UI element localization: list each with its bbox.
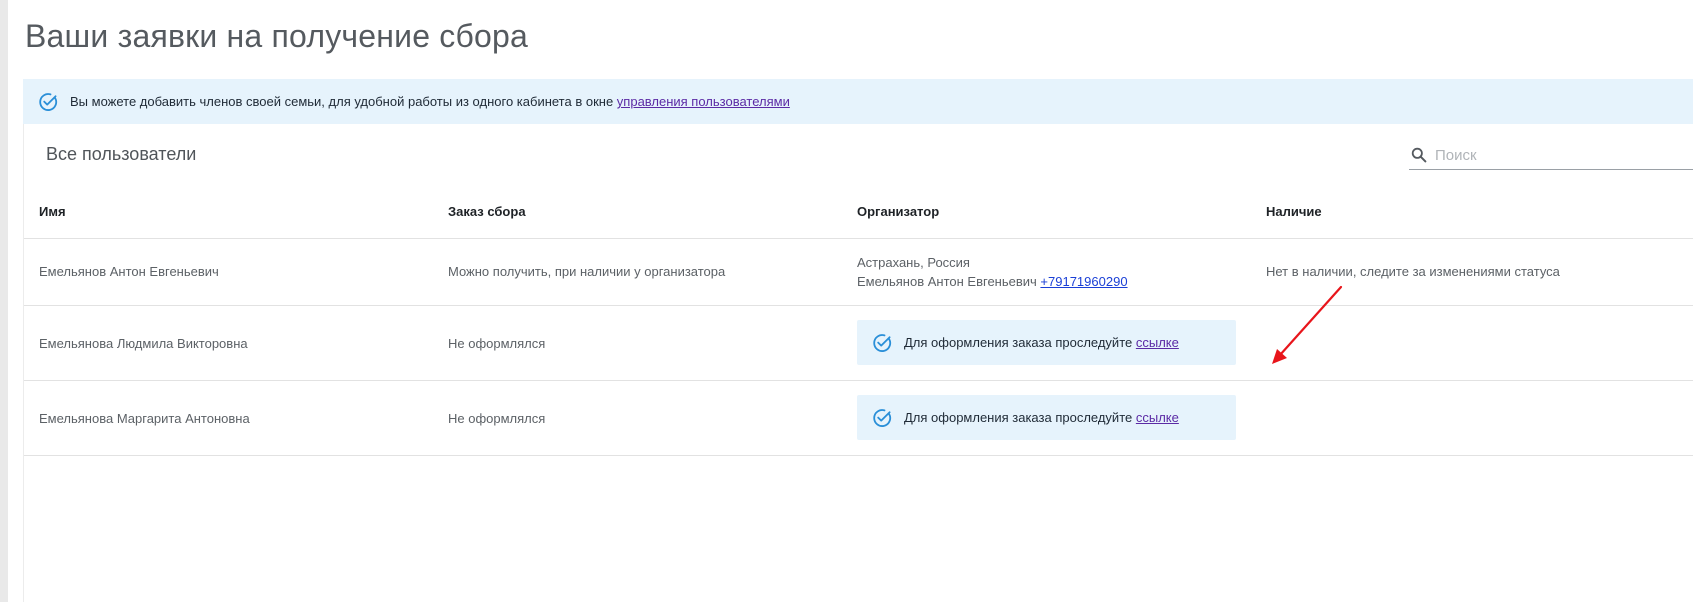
search-box bbox=[1409, 141, 1693, 170]
notice-text: Для оформления заказа проследуйте ссылке bbox=[904, 410, 1179, 425]
info-banner: Вы можете добавить членов своей семьи, д… bbox=[23, 79, 1693, 124]
order-link[interactable]: ссылке bbox=[1136, 410, 1179, 425]
column-header-availability[interactable]: Наличие bbox=[1266, 204, 1322, 219]
user-name: Емельянов Антон Евгеньевич bbox=[39, 264, 219, 279]
manage-users-link[interactable]: управления пользователями bbox=[617, 94, 790, 109]
search-icon bbox=[1411, 147, 1427, 163]
notice-text: Для оформления заказа проследуйте ссылке bbox=[904, 335, 1179, 350]
table-row: Емельянов Антон Евгеньевич Можно получит… bbox=[24, 239, 1693, 306]
table-row: Емельянова Людмила Викторовна Не оформля… bbox=[24, 306, 1693, 381]
order-status: Можно получить, при наличии у организато… bbox=[448, 264, 726, 279]
table-header: Имя Заказ сбора Организатор Наличие bbox=[24, 184, 1693, 239]
order-notice: Для оформления заказа проследуйте ссылке bbox=[857, 395, 1236, 440]
notice-message: Для оформления заказа проследуйте bbox=[904, 410, 1136, 425]
table-row: Емельянова Маргарита Антоновна Не оформл… bbox=[24, 381, 1693, 456]
organizer-info: Астрахань, Россия Емельянов Антон Евгень… bbox=[857, 253, 1128, 291]
organizer-location: Астрахань, Россия bbox=[857, 255, 970, 270]
left-edge-strip bbox=[0, 0, 8, 602]
organizer-name: Емельянов Антон Евгеньевич bbox=[857, 274, 1041, 289]
page-title: Ваши заявки на получение сбора bbox=[25, 18, 529, 54]
banner-text: Вы можете добавить членов своей семьи, д… bbox=[70, 94, 790, 109]
order-link[interactable]: ссылке bbox=[1136, 335, 1179, 350]
user-name: Емельянова Маргарита Антоновна bbox=[39, 411, 250, 426]
order-status: Не оформлялся bbox=[448, 336, 546, 351]
order-status: Не оформлялся bbox=[448, 411, 546, 426]
order-notice: Для оформления заказа проследуйте ссылке bbox=[857, 320, 1236, 365]
availability-status: Нет в наличии, следите за изменениями ст… bbox=[1266, 264, 1560, 279]
organizer-phone-link[interactable]: +79171960290 bbox=[1040, 274, 1127, 289]
banner-message: Вы можете добавить членов своей семьи, д… bbox=[70, 94, 617, 109]
notice-message: Для оформления заказа проследуйте bbox=[904, 335, 1136, 350]
column-header-name[interactable]: Имя bbox=[39, 204, 66, 219]
check-circle-icon bbox=[872, 333, 892, 353]
search-input[interactable] bbox=[1435, 146, 1685, 164]
check-circle-icon bbox=[872, 408, 892, 428]
column-header-organizer[interactable]: Организатор bbox=[857, 204, 939, 219]
organizer-contact: Емельянов Антон Евгеньевич +79171960290 bbox=[857, 272, 1128, 291]
column-header-order[interactable]: Заказ сбора bbox=[448, 204, 526, 219]
card-title: Все пользователи bbox=[46, 144, 197, 164]
users-card: Все пользователи Имя Заказ сбора Организ… bbox=[23, 124, 1693, 602]
user-name: Емельянова Людмила Викторовна bbox=[39, 336, 248, 351]
check-circle-icon bbox=[38, 92, 58, 112]
